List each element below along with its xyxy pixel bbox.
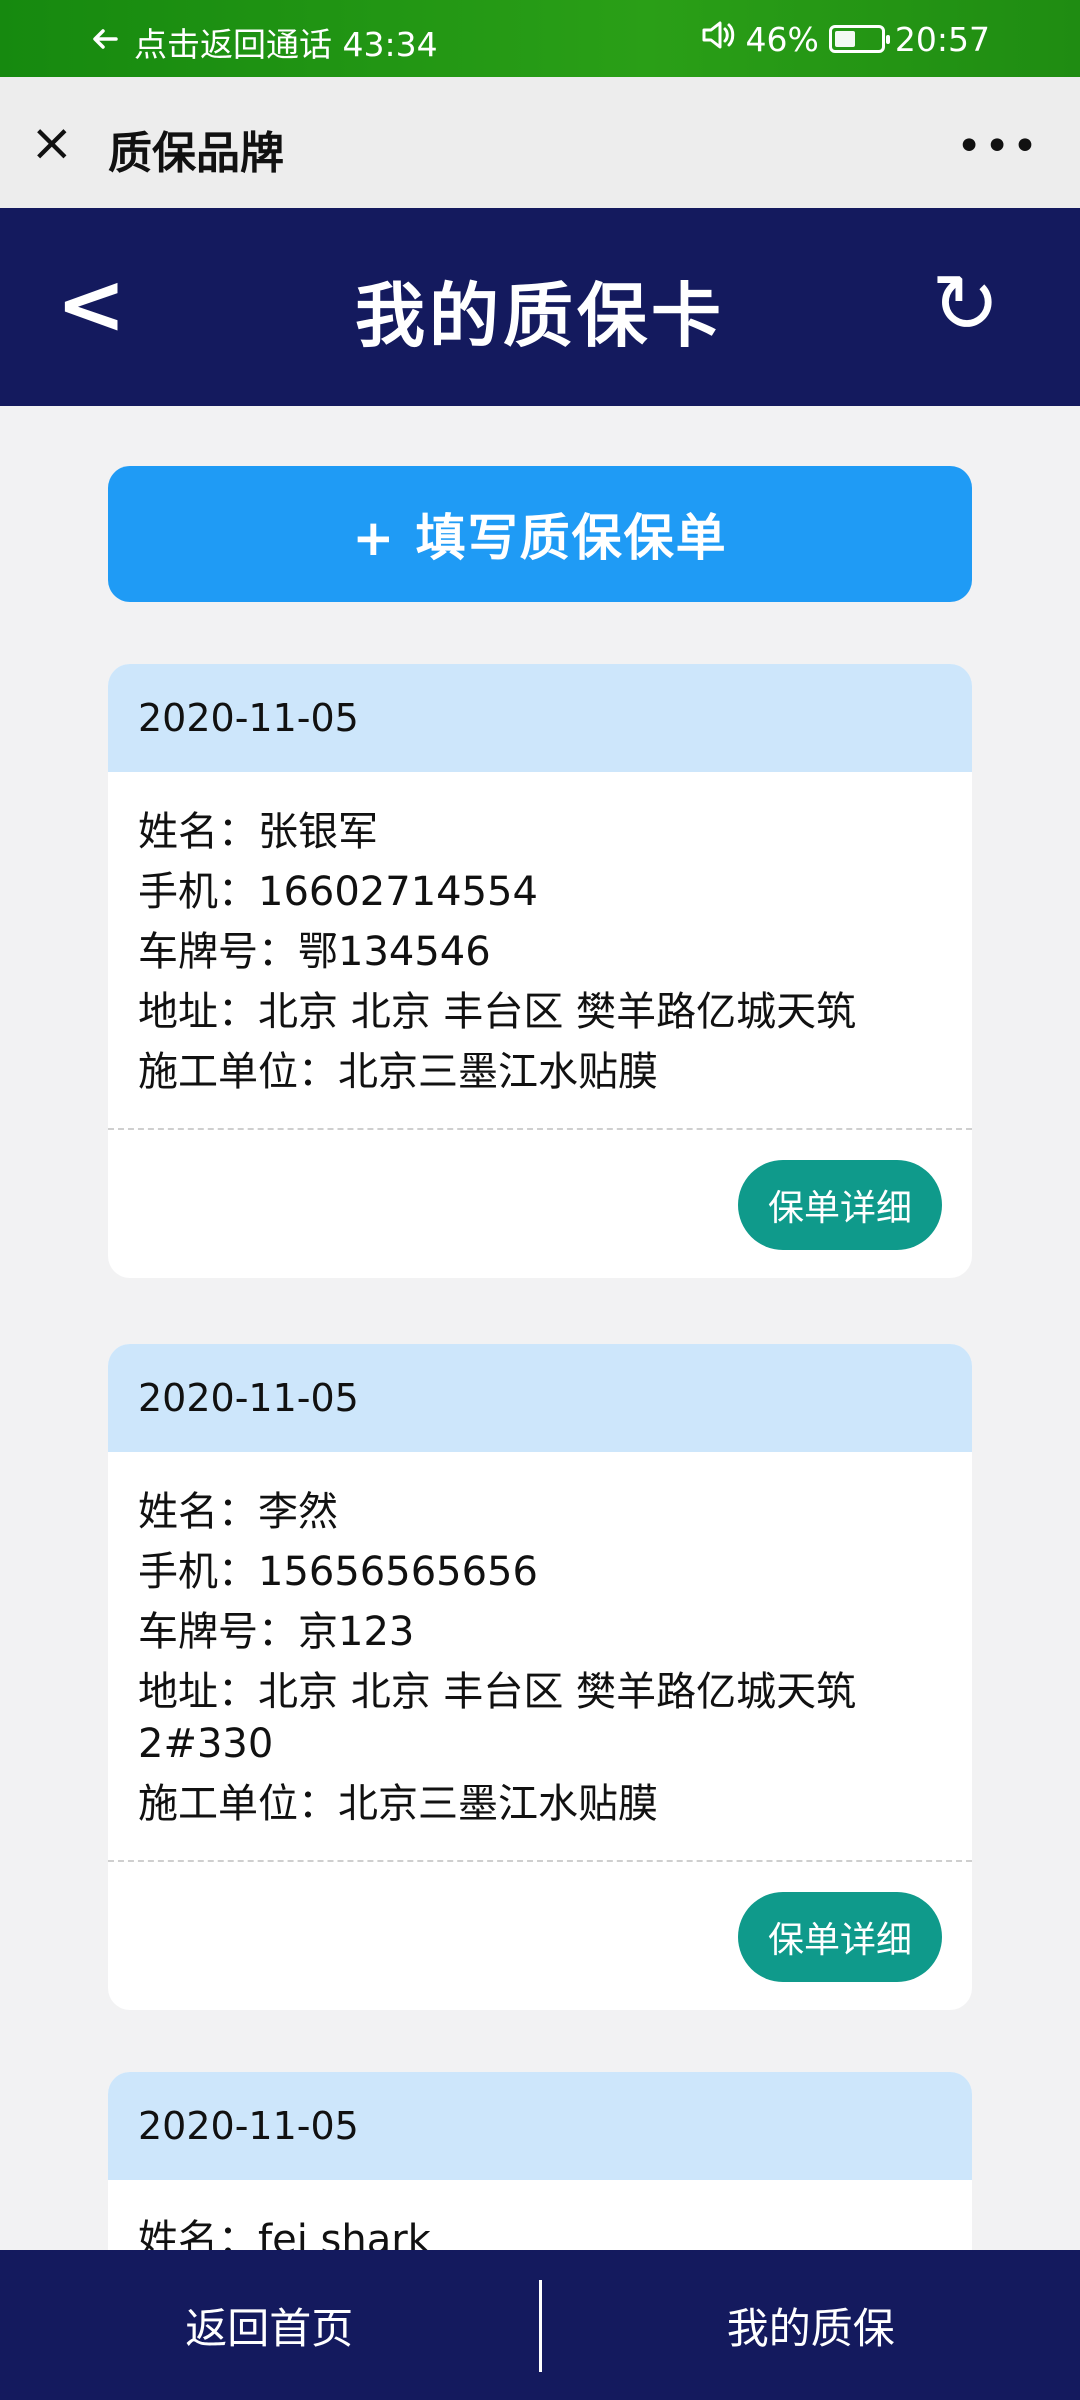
battery-percent: 46% (745, 19, 819, 59)
card-date: 2020-11-05 (108, 1344, 972, 1452)
page-header: < 我的质保卡 ↻ (0, 208, 1080, 406)
card-plate: 车牌号：鄂134546 (138, 929, 491, 975)
card-footer: 保单详细 (108, 1860, 972, 2010)
webview-top-bar: × 质保品牌 ••• (0, 77, 1080, 208)
refresh-icon[interactable]: ↻ (931, 264, 1000, 346)
close-icon[interactable]: × (30, 117, 74, 169)
nav-my-warranty[interactable]: 我的质保 (542, 2250, 1080, 2400)
card-footer: 保单详细 (108, 1128, 972, 1278)
status-bar: 点击返回通话 43:34 46% 20:57 (0, 0, 1080, 77)
page-title: 我的质保卡 (355, 275, 725, 357)
card-company: 施工单位：北京三墨江水贴膜 (138, 1049, 658, 1095)
warranty-list[interactable]: + 填写质保保单 2020-11-05 姓名：张银军 手机：1660271455… (0, 406, 1080, 2250)
policy-detail-button[interactable]: 保单详细 (738, 1160, 942, 1250)
card-address: 地址：北京 北京 丰台区 樊羊路亿城天筑 (138, 989, 857, 1035)
warranty-card: 2020-11-05 姓名：张银军 手机：16602714554 车牌号：鄂13… (108, 664, 972, 1278)
card-date: 2020-11-05 (108, 664, 972, 772)
return-to-call[interactable]: 点击返回通话 43:34 (90, 18, 438, 66)
bottom-nav: 返回首页 我的质保 (0, 2250, 1080, 2400)
card-name: 姓名：张银军 (138, 809, 378, 855)
card-name: 姓名：李然 (138, 1489, 338, 1535)
status-right: 46% 20:57 (700, 18, 990, 60)
nav-home[interactable]: 返回首页 (0, 2250, 539, 2400)
card-address: 地址：北京 北京 丰台区 樊羊路亿城天筑 2#330 (138, 1669, 857, 1767)
volume-icon (700, 18, 736, 60)
card-body: 姓名：fei shark (108, 2180, 972, 2250)
warranty-card: 2020-11-05 姓名：李然 手机：15656565656 车牌号：京123… (108, 1344, 972, 2010)
arrow-left-icon (90, 23, 120, 62)
card-date: 2020-11-05 (108, 2072, 972, 2180)
clock: 20:57 (894, 19, 990, 59)
webview-title: 质保品牌 (108, 128, 284, 179)
card-phone: 手机：15656565656 (138, 1549, 538, 1595)
warranty-card: 2020-11-05 姓名：fei shark (108, 2072, 972, 2250)
battery-fill (834, 31, 855, 47)
more-icon[interactable]: ••• (956, 121, 1040, 172)
card-body: 姓名：张银军 手机：16602714554 车牌号：鄂134546 地址：北京 … (108, 772, 972, 1128)
card-body: 姓名：李然 手机：15656565656 车牌号：京123 地址：北京 北京 丰… (108, 1452, 972, 1860)
card-name: 姓名：fei shark (138, 2217, 431, 2250)
return-call-text: 点击返回通话 43:34 (134, 25, 438, 64)
card-plate: 车牌号：京123 (138, 1609, 415, 1655)
add-warranty-button[interactable]: + 填写质保保单 (108, 466, 972, 602)
battery-icon (828, 25, 890, 53)
card-phone: 手机：16602714554 (138, 869, 538, 915)
policy-detail-button[interactable]: 保单详细 (738, 1892, 942, 1982)
card-company: 施工单位：北京三墨江水贴膜 (138, 1781, 658, 1827)
